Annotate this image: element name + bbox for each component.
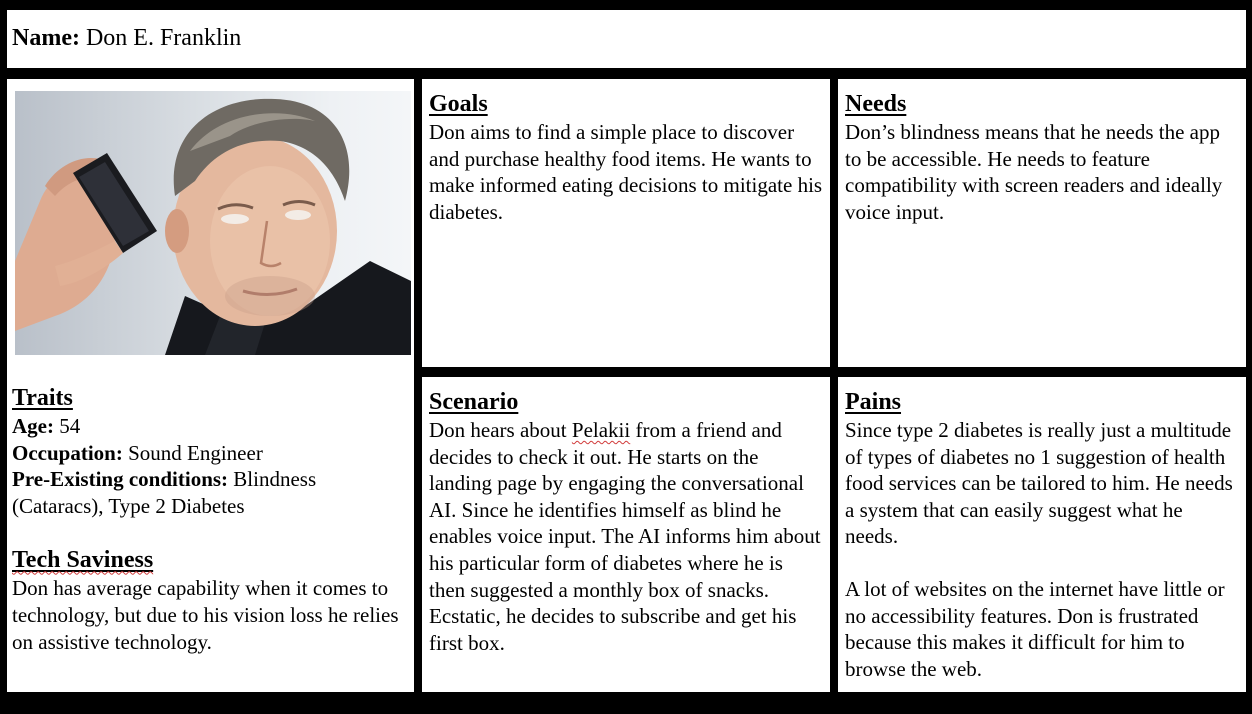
occupation-line: Occupation: Sound Engineer	[12, 440, 407, 467]
goals-heading: Goals	[429, 91, 488, 117]
age-line: Age: 54	[12, 413, 407, 440]
portrait-illustration	[15, 98, 411, 355]
pains-paragraph-1: Since type 2 diabetes is really just a m…	[845, 418, 1233, 549]
traits-heading: Traits	[12, 385, 73, 411]
conditions-value-line2: (Cataracs), Type 2 Diabetes	[12, 493, 245, 518]
needs-panel: Needs Don’s blindness means that he need…	[838, 79, 1246, 367]
age-label: Age:	[12, 414, 54, 438]
age-value: 54	[59, 414, 81, 438]
persona-name-bar: Name: Don E. Franklin	[7, 10, 1246, 68]
persona-name: Don E. Franklin	[85, 25, 242, 51]
traits-section: Traits Age: 54 Occupation: Sound Enginee…	[7, 375, 414, 655]
pains-paragraph-2: A lot of websites on the internet have l…	[845, 576, 1225, 681]
occupation-value: Sound Engineer	[128, 440, 263, 465]
goals-text: Don aims to find a simple place to disco…	[429, 120, 823, 224]
needs-text: Don’s blindness means that he needs the …	[845, 120, 1223, 224]
tech-heading: Tech Saviness	[12, 547, 154, 574]
name-label: Name:	[12, 25, 80, 51]
pains-heading: Pains	[845, 389, 902, 415]
pains-panel: Pains Since type 2 diabetes is really ju…	[838, 377, 1246, 692]
scenario-text: Don hears about Pelakii from a friend an…	[429, 418, 821, 655]
conditions-label: Pre-Existing conditions:	[12, 467, 229, 492]
tech-text: Don has average capability when it comes…	[12, 576, 399, 654]
conditions-value-line1: Blindness	[233, 467, 317, 492]
profile-panel: Traits Age: 54 Occupation: Sound Enginee…	[7, 79, 414, 692]
scenario-panel: Scenario Don hears about Pelakii from a …	[422, 377, 830, 692]
persona-photo	[15, 91, 411, 355]
goals-panel: Goals Don aims to find a simple place to…	[422, 79, 830, 367]
scenario-heading: Scenario	[429, 389, 519, 415]
needs-heading: Needs	[845, 91, 907, 117]
app-name: Pelakii	[571, 418, 631, 442]
occupation-label: Occupation:	[12, 440, 123, 465]
conditions-line: Pre-Existing conditions: Blindness (Cata…	[12, 466, 407, 519]
